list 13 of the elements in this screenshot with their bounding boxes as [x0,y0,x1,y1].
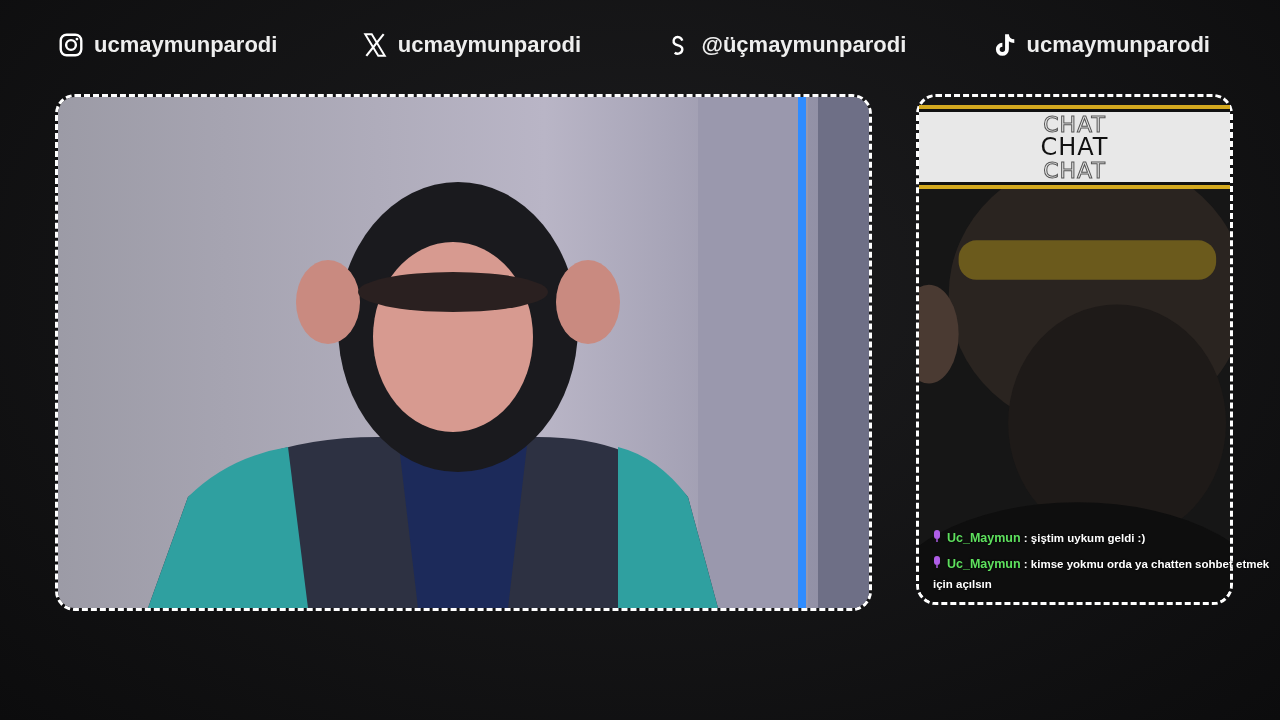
mic-badge-icon [933,556,941,568]
social-handle: @üçmaymunparodi [701,32,907,58]
chat-title: CHAT [1043,158,1106,182]
chat-title: CHAT [1043,112,1106,136]
social-handle: ucmaymunparodi [1026,32,1210,58]
chat-message: Uc_Maymun : kimse yokmu orda ya chatten sohbet etmek için açılsın [933,555,1271,592]
chat-message: Uc_Maymun : şiştim uykum geldi :) [933,528,1280,548]
x-logo-icon [361,32,388,58]
social-handle: ucmaymunparodi [397,32,582,58]
mic-badge-icon [933,530,941,542]
chat-title: CHAT [1040,135,1109,159]
social-handle: ucmaymunparodi [94,32,278,58]
instagram-icon [58,32,84,58]
